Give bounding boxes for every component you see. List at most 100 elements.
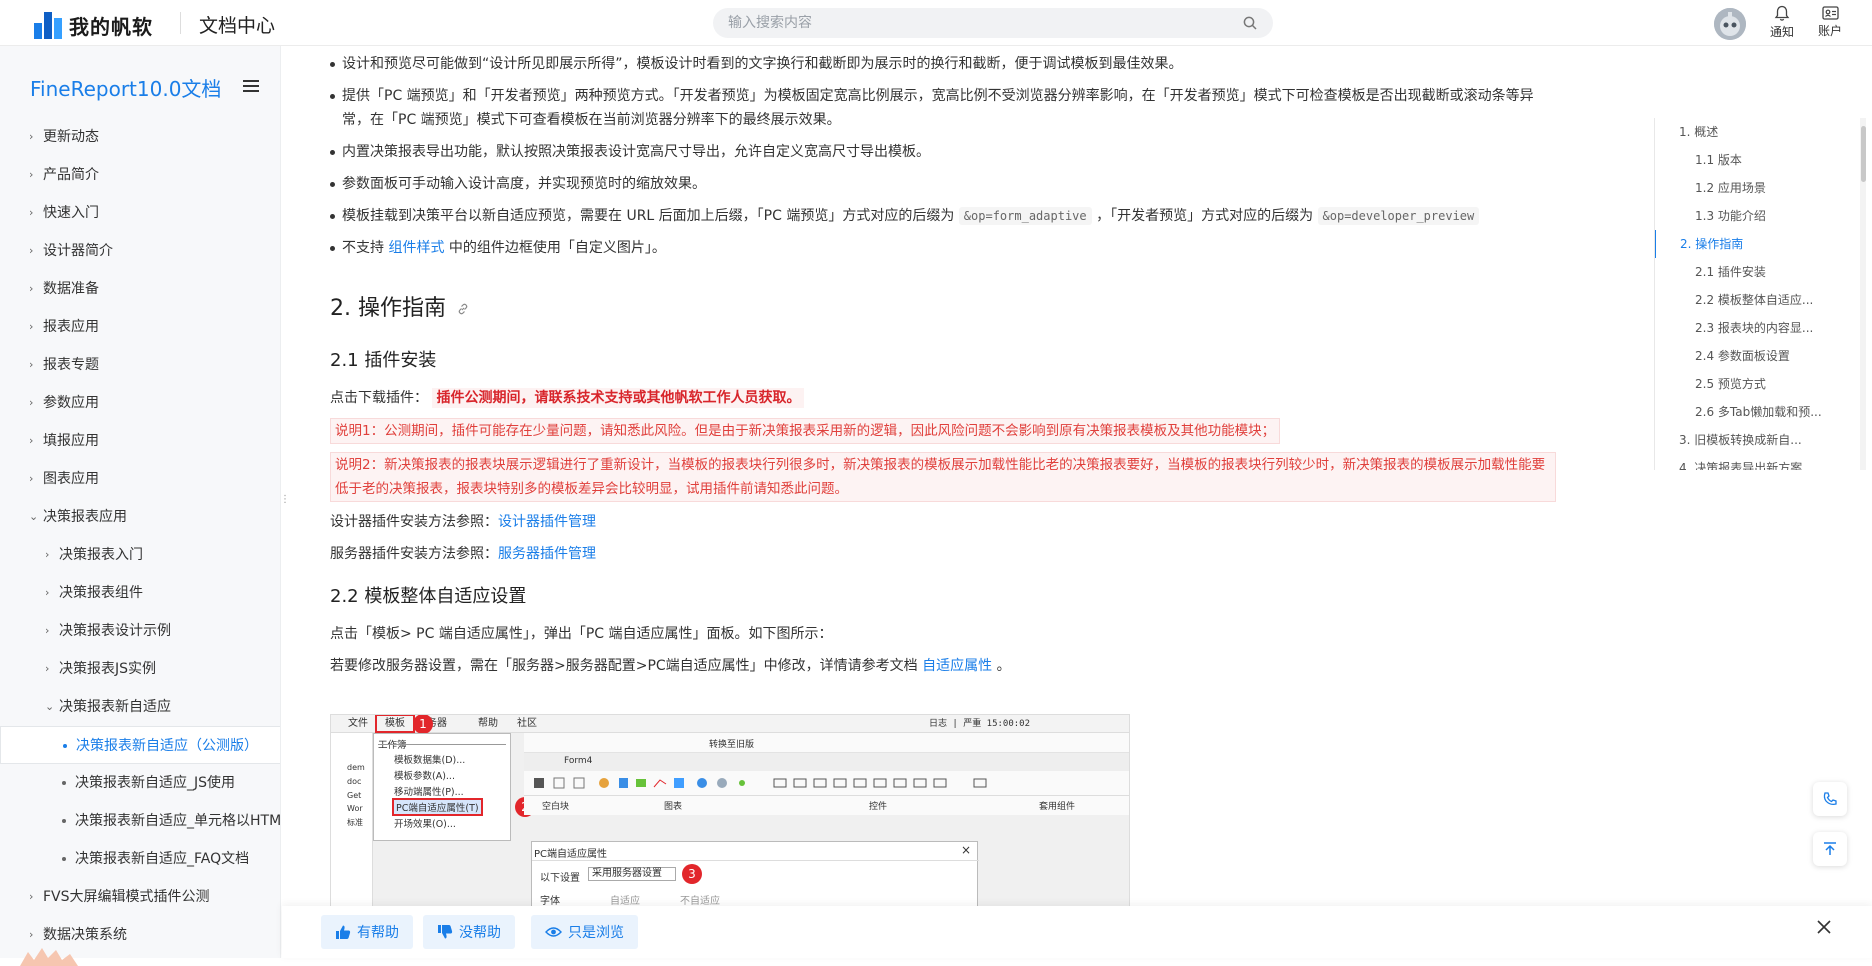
logo-mark-icon [34, 12, 62, 39]
sidebar-item[interactable]: ⌄ 决策报表新自适应 [0, 688, 280, 726]
fig-menubar: 文件 模板 服务器 帮助 社区 日志 | 严重 15:00:02 FinePlu… [331, 715, 1129, 747]
search-input[interactable] [713, 8, 1273, 38]
notify-button[interactable]: 通知 [1762, 5, 1802, 40]
fig-dd-item: 模板数据集(D)... [394, 755, 466, 766]
sidebar-item-label: 参数应用 [43, 395, 99, 411]
toc-item[interactable]: 2.4 参数面板设置 [1655, 342, 1854, 370]
toc-item[interactable]: 1.3 功能介绍 [1655, 202, 1854, 230]
sidebar-item-label: 决策报表新自适应 [59, 699, 171, 715]
fig-dialog-close-icon: × [960, 843, 971, 857]
sidebar-item[interactable]: › 决策报表入门 [0, 536, 280, 574]
click-instruction: 点击「模板> PC 端自适应属性」，弹出「PC 端自适应属性」面板。如下图所示： [330, 626, 833, 642]
browse-only-button[interactable]: 只是浏览 [531, 915, 638, 949]
sidebar-item[interactable]: › 报表专题 [0, 346, 280, 384]
toc-item[interactable]: 2.2 模板整体自适应... [1655, 286, 1854, 314]
id-card-icon [1821, 6, 1839, 20]
toc-item[interactable]: 2.6 多Tab懒加载和预... [1655, 398, 1854, 426]
sidebar-item[interactable]: › 快速入门 [0, 194, 280, 232]
doc-sidebar: FineReport10.0文档 › 更新动态 › 产品简介 › 快速入门 › 设计器简介 › 数… [0, 46, 281, 958]
sidebar-nav-list: › 更新动态 › 产品简介 › 快速入门 › 设计器简介 › 数据准备 › 报表应用 › 报表专题 › 参数应… [0, 118, 280, 954]
toc-item[interactable]: 3. 旧模板转换成新自... [1655, 426, 1854, 454]
sidebar-item[interactable]: › 产品简介 [0, 156, 280, 194]
arrow-up-icon [1824, 842, 1836, 855]
adaptive-property-link[interactable]: 自适应属性 [922, 658, 992, 674]
designer-screenshot[interactable]: 文件 模板 服务器 帮助 社区 日志 | 严重 15:00:02 FinePlu… [330, 714, 1130, 906]
sidebar-item[interactable]: › 图表应用 [0, 460, 280, 498]
sidebar-item-label: FVS大屏编辑模式插件公测 [43, 889, 210, 905]
hamburger-menu-icon[interactable] [243, 80, 259, 95]
toc-item[interactable]: 4. 决策报表导出新方案 [1655, 454, 1854, 470]
modify-instruction: 若要修改服务器设置，需在「服务器>服务器配置>PC端自适应属性」中修改，详情请参… [330, 654, 1560, 678]
not-helpful-button[interactable]: 没帮助 [423, 915, 515, 949]
toc-item[interactable]: 2. 操作指南 [1655, 230, 1854, 258]
bullet5-text-b: ，「开发者预览」方式对应的后缀为 [1096, 208, 1314, 224]
modify-text: 若要修改服务器设置，需在「服务器>服务器配置>PC端自适应属性」中修改，详情请参… [330, 658, 918, 674]
toc-item[interactable]: 2.5 预览方式 [1655, 370, 1854, 398]
sidebar-item[interactable]: › FVS大屏编辑模式插件公测 [0, 878, 280, 916]
sidebar-item[interactable]: › 参数应用 [0, 384, 280, 422]
sidebar-item[interactable]: 决策报表新自适应_单元格以HTM [0, 802, 280, 840]
contact-phone-button[interactable] [1813, 782, 1847, 816]
toc-item[interactable]: 2.3 报表块的内容显... [1655, 314, 1854, 342]
fig-menu-help: 帮助 [478, 718, 498, 729]
note-1: 说明1：公测期间，插件可能存在少量问题，请知悉此风险。但是由于新决策报表采用新的… [330, 418, 1281, 444]
sidebar-item[interactable]: 决策报表新自适应_JS使用 [0, 764, 280, 802]
back-to-top-button[interactable] [1813, 832, 1847, 866]
anchor-link-icon[interactable] [457, 303, 469, 315]
bullet6-text-b: 中的组件边框使用「自定义图片」。 [448, 240, 666, 256]
user-avatar[interactable] [1714, 8, 1746, 40]
sidebar-item[interactable]: 决策报表新自适应（公测版） [0, 726, 280, 764]
sidebar-item[interactable]: › 决策报表设计示例 [0, 612, 280, 650]
mascot-corner-icon [20, 948, 78, 966]
fanruan-logo[interactable]: 我的帆软 [34, 11, 153, 40]
fig-dd-item: 模板参数(A)... [394, 771, 455, 782]
chevron-right-icon: › [29, 396, 34, 409]
fig-dialog-title: PC端自适应属性 [534, 849, 608, 860]
toolbar-icons-strip-icon [534, 777, 987, 789]
fig-dialog-select: 采用服务器设置 [588, 867, 676, 881]
sidebar-item-label: 数据决策系统 [43, 927, 127, 943]
toc-item[interactable]: 1.1 版本 [1655, 146, 1854, 174]
toc-item[interactable]: 1. 概述 [1655, 118, 1854, 146]
designer-plugin-link[interactable]: 设计器插件管理 [498, 514, 596, 530]
sidebar-item[interactable]: › 填报应用 [0, 422, 280, 460]
account-button[interactable]: 账户 [1810, 5, 1850, 39]
section-heading-operation-guide: 2. 操作指南 [330, 290, 1560, 322]
article-body: 设计和预览尽可能做到“设计所见即展示所得”，模板设计时看到的文字换行和截断即为展… [330, 46, 1560, 686]
phone-icon [1823, 792, 1837, 806]
chevron-right-icon: › [29, 206, 34, 219]
bell-icon [1774, 5, 1790, 21]
sidebar-item[interactable]: › 决策报表组件 [0, 574, 280, 612]
search-box [713, 8, 1273, 38]
sidebar-item[interactable]: ⌄ 决策报表应用 [0, 498, 280, 536]
sidebar-item-label: 更新动态 [43, 129, 99, 145]
bullet6-text-a: 不支持 [342, 240, 384, 256]
sidebar-title[interactable]: FineReport10.0文档 [30, 73, 221, 102]
sidebar-item[interactable]: › 决策报表JS实例 [0, 650, 280, 688]
helpful-button[interactable]: 有帮助 [321, 915, 413, 949]
code-developer-preview: &op=developer_preview [1317, 207, 1480, 225]
modify-end: 。 [996, 658, 1011, 674]
robot-avatar-icon [1714, 8, 1746, 40]
fig-dialog-font-label: 字体 [540, 896, 560, 906]
sidebar-item-label: 填报应用 [43, 433, 99, 449]
sidebar-item[interactable]: 决策报表新自适应_FAQ文档 [0, 840, 280, 878]
server-plugin-link[interactable]: 服务器插件管理 [498, 546, 596, 562]
doc-center-link[interactable]: 文档中心 [199, 11, 275, 38]
account-label: 账户 [1817, 24, 1842, 38]
sidebar-item[interactable]: › 设计器简介 [0, 232, 280, 270]
fig-tree-item: 标准 [347, 818, 363, 827]
search-icon[interactable] [1243, 16, 1257, 30]
toc-scrollbar-thumb[interactable] [1861, 126, 1866, 182]
download-line: 点击下载插件： 插件公测期间，请联系技术支持或其他帆软工作人员获取。 [330, 386, 1560, 410]
sidebar-item[interactable]: › 更新动态 [0, 118, 280, 156]
sidebar-item[interactable]: › 数据准备 [0, 270, 280, 308]
bullet5-text-a: 模板挂载到决策平台以新自适应预览，需要在 URL 后面加上后缀，「PC 端预览」… [342, 208, 955, 224]
designer-ref-label: 设计器插件安装方法参照： [330, 514, 498, 530]
toc-item[interactable]: 2.1 插件安装 [1655, 258, 1854, 286]
close-feedback-icon[interactable] [1815, 918, 1833, 936]
fig-template-dropdown: 工作簿 模板数据集(D)... 模板参数(A)... 移动端属性(P)... P… [373, 733, 511, 841]
component-style-link[interactable]: 组件样式 [388, 240, 444, 256]
toc-item[interactable]: 1.2 应用场景 [1655, 174, 1854, 202]
sidebar-item[interactable]: › 报表应用 [0, 308, 280, 346]
